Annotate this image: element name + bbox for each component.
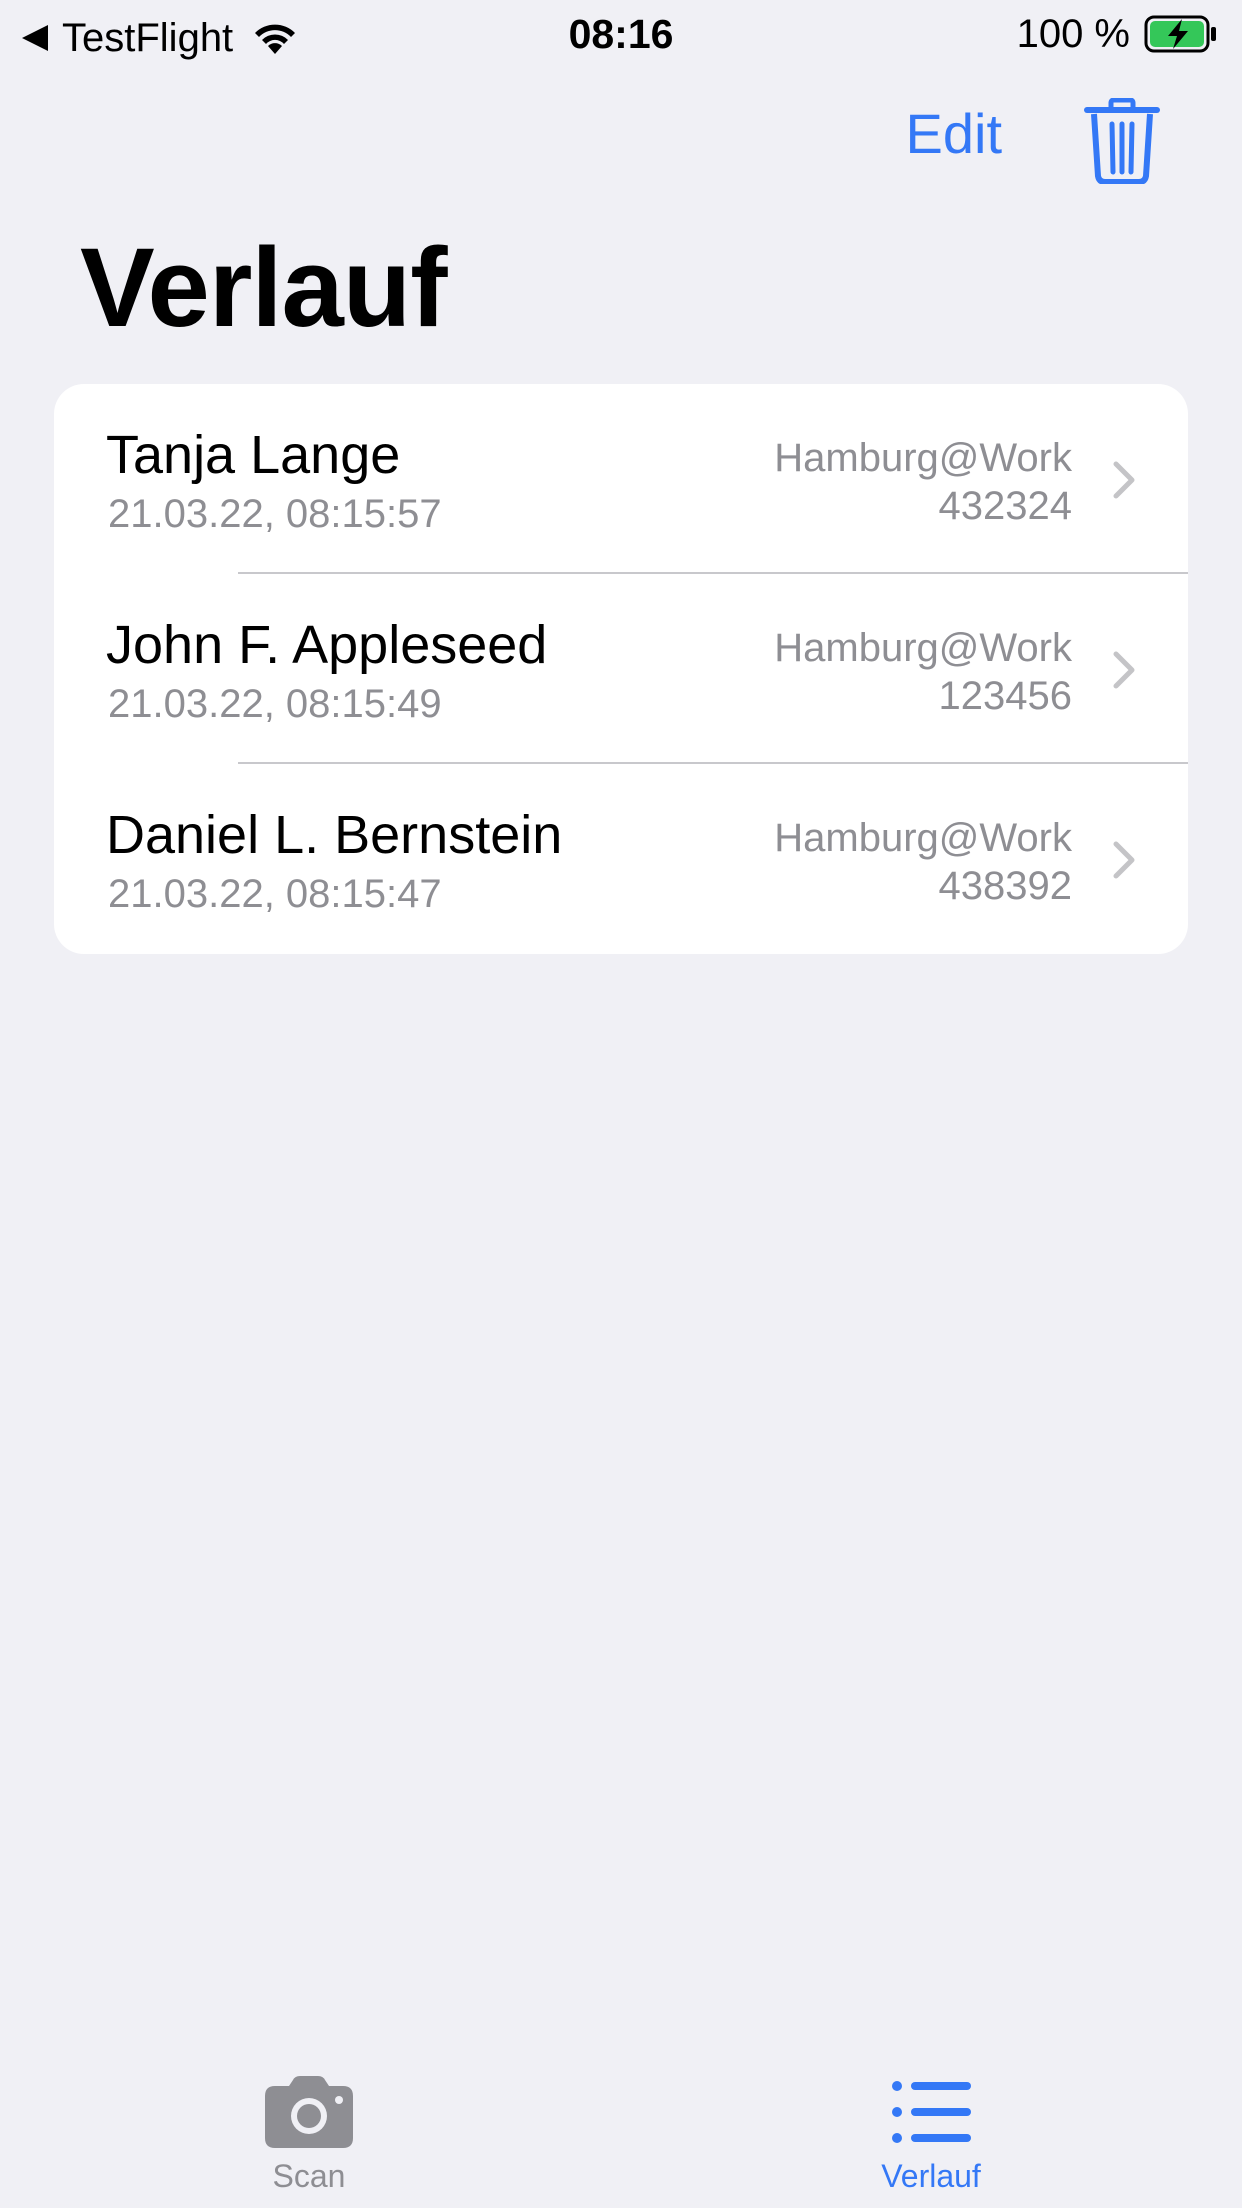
row-code: 438392 <box>938 864 1072 908</box>
status-battery-group: 100 % <box>1017 14 1218 54</box>
row-date: 21.03.22, 08:15:57 <box>108 492 442 536</box>
tab-scan[interactable]: Scan <box>159 2074 459 2192</box>
page-title: Verlauf <box>80 225 448 350</box>
tab-verlauf-label: Verlauf <box>881 2158 981 2194</box>
history-row[interactable]: Tanja Lange 21.03.22, 08:15:57 Hamburg@W… <box>54 384 1188 574</box>
battery-charging-icon <box>1144 15 1216 53</box>
row-place: Hamburg@Work <box>774 626 1072 670</box>
row-name: Daniel L. Bernstein <box>106 805 563 865</box>
tab-scan-label: Scan <box>272 2158 346 2194</box>
row-name: Tanja Lange <box>106 425 401 485</box>
trash-icon[interactable] <box>1084 98 1160 184</box>
edit-button[interactable]: Edit <box>906 106 1003 162</box>
tab-verlauf[interactable]: Verlauf <box>781 2074 1081 2192</box>
history-row[interactable]: John F. Appleseed 21.03.22, 08:15:49 Ham… <box>54 574 1188 764</box>
row-date: 21.03.22, 08:15:47 <box>108 872 442 916</box>
history-row[interactable]: Daniel L. Bernstein 21.03.22, 08:15:47 H… <box>54 764 1188 954</box>
row-code: 432324 <box>938 484 1072 528</box>
tab-bar: Scan Verlauf <box>0 2050 1242 2208</box>
history-list: Tanja Lange 21.03.22, 08:15:57 Hamburg@W… <box>54 384 1188 954</box>
chevron-right-icon <box>1113 461 1135 499</box>
list-icon <box>892 2081 971 2143</box>
row-date: 21.03.22, 08:15:49 <box>108 682 442 726</box>
chevron-right-icon <box>1113 841 1135 879</box>
camera-icon <box>265 2076 353 2148</box>
row-name: John F. Appleseed <box>106 615 548 675</box>
status-bar: TestFlight 08:16 100 % <box>0 0 1242 66</box>
battery-percentage: 100 % <box>1016 12 1130 56</box>
row-code: 123456 <box>938 674 1072 718</box>
row-place: Hamburg@Work <box>774 816 1072 860</box>
row-place: Hamburg@Work <box>774 436 1072 480</box>
chevron-right-icon <box>1113 651 1135 689</box>
